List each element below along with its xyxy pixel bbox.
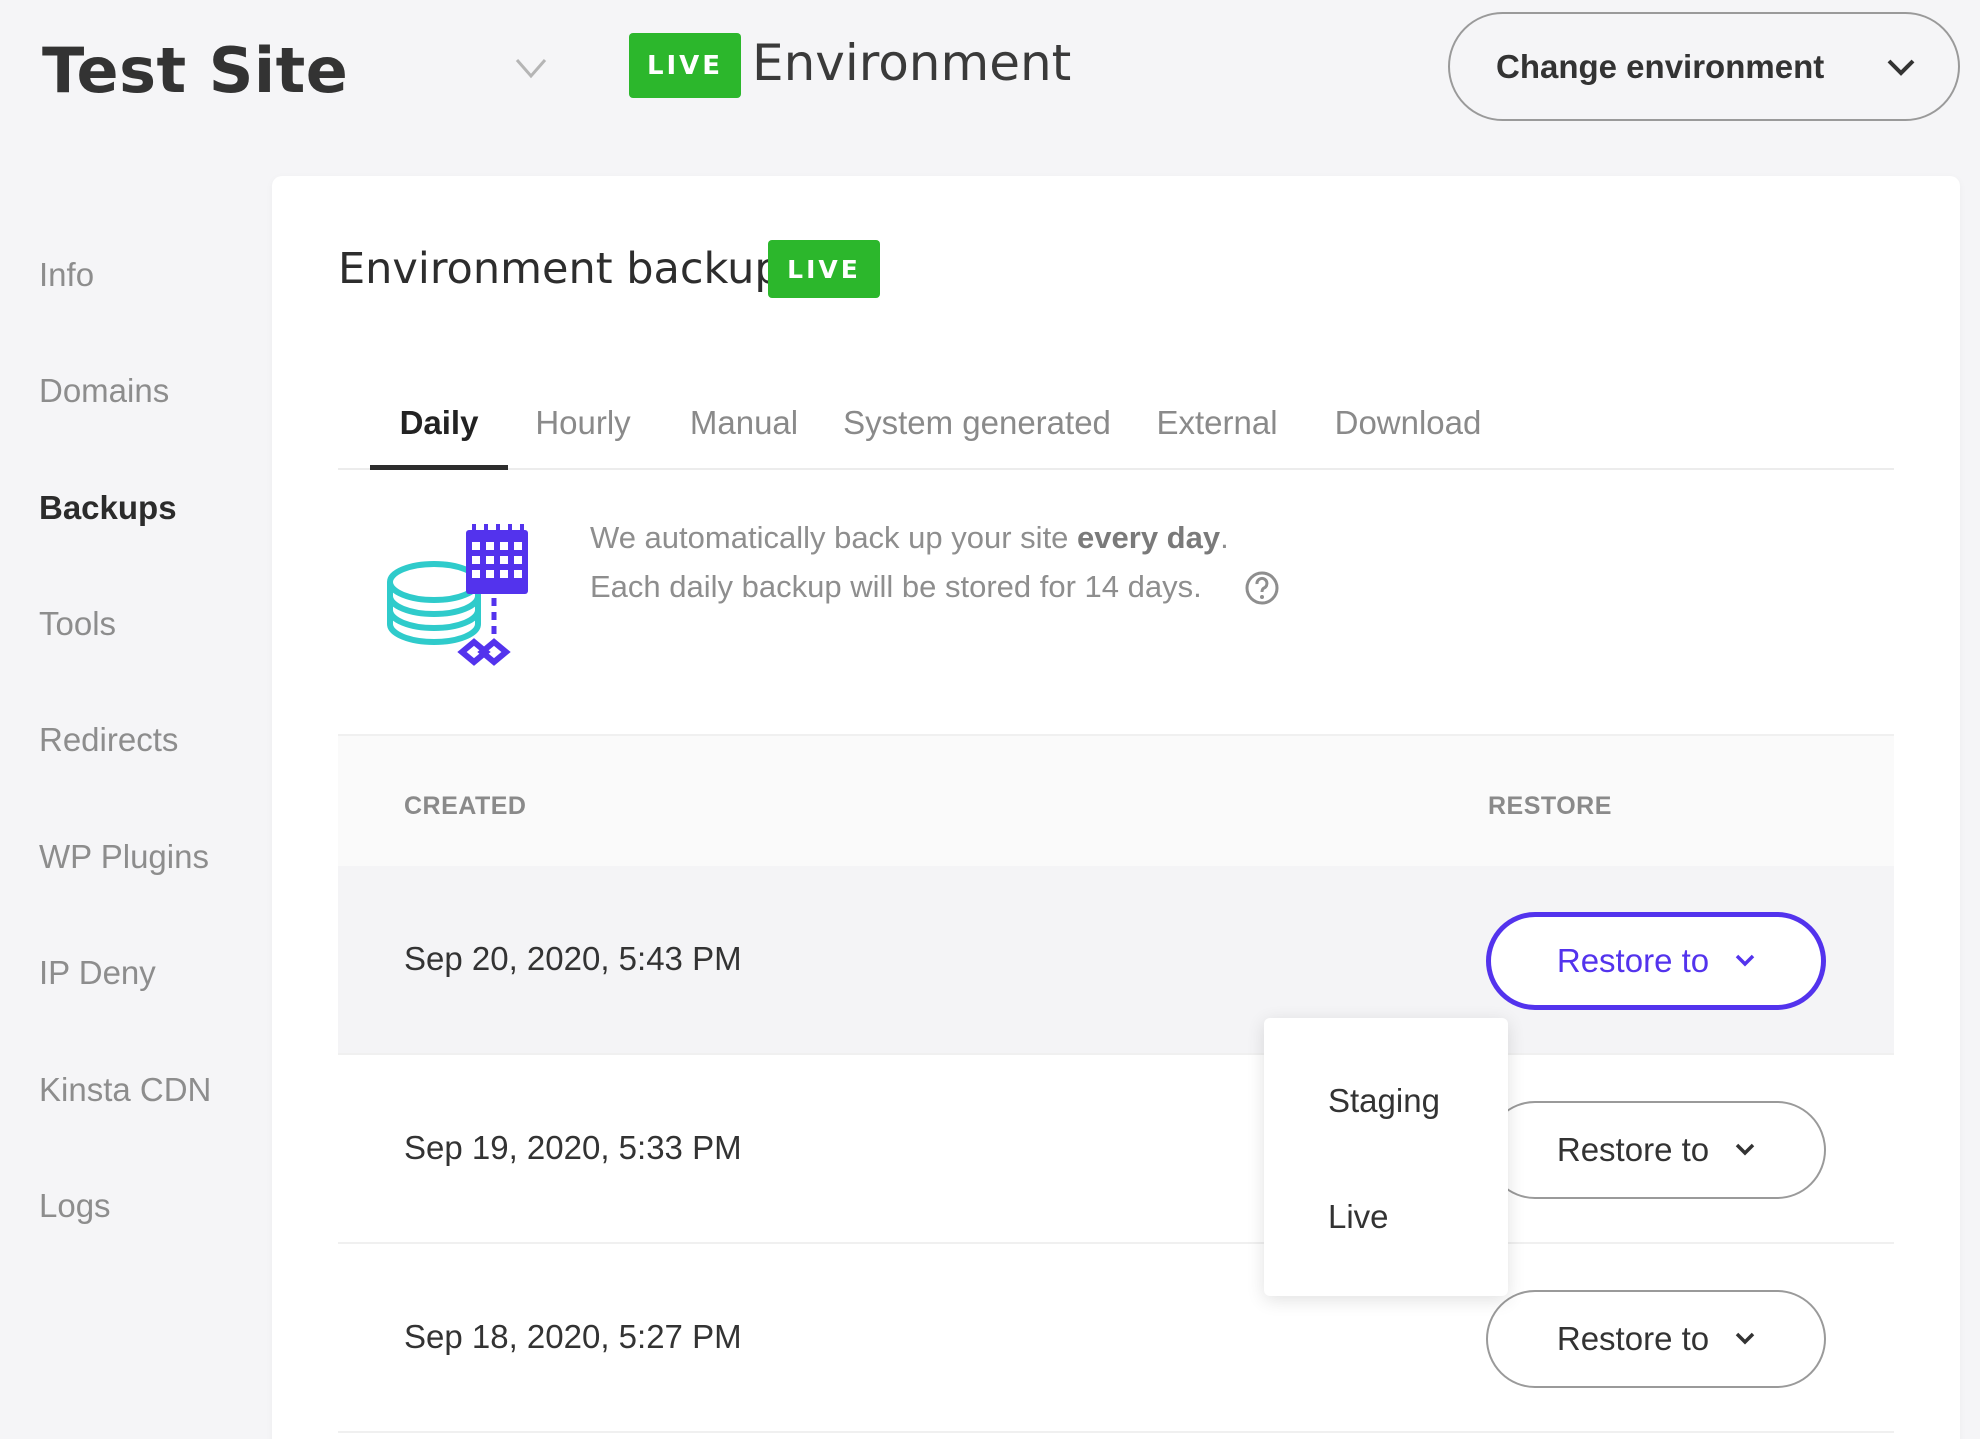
- backup-tabs: Daily Hourly Manual System generated Ext…: [338, 398, 1894, 470]
- chevron-down-icon: [1735, 954, 1755, 967]
- restore-dropdown-menu: Staging Live: [1264, 1018, 1508, 1296]
- tab-external[interactable]: External: [1152, 398, 1282, 470]
- sidebar-item-domains[interactable]: Domains: [39, 372, 169, 410]
- sidebar-item-tools[interactable]: Tools: [39, 605, 116, 643]
- table-row: Sep 19, 2020, 5:33 PM Restore to: [338, 1055, 1894, 1244]
- environment-label: Environment: [752, 34, 1072, 92]
- sidebar-item-info[interactable]: Info: [39, 256, 94, 294]
- backup-date: Sep 18, 2020, 5:27 PM: [404, 1318, 742, 1355]
- restore-to-button[interactable]: Restore to: [1486, 1101, 1826, 1199]
- page-title: Environment backups: [338, 244, 805, 294]
- tab-daily[interactable]: Daily: [370, 398, 508, 470]
- restore-to-button[interactable]: Restore to: [1486, 1290, 1826, 1388]
- live-badge: LIVE: [768, 240, 880, 298]
- info-text-line-2: Each daily backup will be stored for 14 …: [590, 569, 1202, 604]
- tab-system-generated[interactable]: System generated: [842, 398, 1112, 470]
- change-environment-button[interactable]: Change environment: [1448, 12, 1960, 121]
- database-calendar-icon: [387, 524, 528, 666]
- tab-hourly[interactable]: Hourly: [528, 398, 638, 470]
- column-header-created: CREATED: [404, 792, 527, 820]
- chevron-down-icon: [1735, 1143, 1755, 1156]
- change-environment-label: Change environment: [1496, 47, 1825, 85]
- sidebar-item-redirects[interactable]: Redirects: [39, 721, 178, 759]
- live-badge: LIVE: [629, 33, 741, 98]
- chevron-down-icon: [1887, 59, 1915, 76]
- restore-to-label: Restore to: [1556, 1320, 1710, 1357]
- question-circle-icon[interactable]: [1244, 570, 1280, 606]
- chevron-down-icon: [1735, 1332, 1755, 1345]
- column-header-restore: RESTORE: [1488, 792, 1612, 820]
- tab-download[interactable]: Download: [1328, 398, 1488, 470]
- sidebar-item-ip-deny[interactable]: IP Deny: [39, 954, 156, 992]
- site-title[interactable]: Test Site: [42, 34, 348, 107]
- info-text-line-1: We automatically back up your site every…: [590, 520, 1229, 555]
- dropdown-option-staging[interactable]: Staging: [1328, 1082, 1440, 1120]
- backup-date: Sep 19, 2020, 5:33 PM: [404, 1129, 742, 1166]
- backup-date: Sep 20, 2020, 5:43 PM: [404, 940, 742, 977]
- sidebar-item-kinsta-cdn[interactable]: Kinsta CDN: [39, 1071, 211, 1109]
- dropdown-option-live[interactable]: Live: [1328, 1198, 1389, 1236]
- sidebar-item-backups[interactable]: Backups: [39, 489, 177, 527]
- backups-card: Environment backups LIVE Daily Hourly Ma…: [272, 176, 1960, 1439]
- top-header: Test Site LIVE Environment Change enviro…: [0, 0, 1980, 150]
- table-row: Sep 18, 2020, 5:27 PM Restore to: [338, 1244, 1894, 1433]
- table-row: Sep 20, 2020, 5:43 PM Restore to: [338, 866, 1894, 1055]
- restore-to-button[interactable]: Restore to: [1486, 912, 1826, 1010]
- table-header: CREATED RESTORE: [338, 734, 1894, 866]
- sidebar-item-logs[interactable]: Logs: [39, 1187, 111, 1225]
- tab-manual[interactable]: Manual: [684, 398, 804, 470]
- sidebar-item-wp-plugins[interactable]: WP Plugins: [39, 838, 209, 876]
- site-chevron-down-icon[interactable]: [514, 56, 548, 80]
- restore-to-label: Restore to: [1556, 1131, 1710, 1168]
- restore-to-label: Restore to: [1556, 942, 1710, 979]
